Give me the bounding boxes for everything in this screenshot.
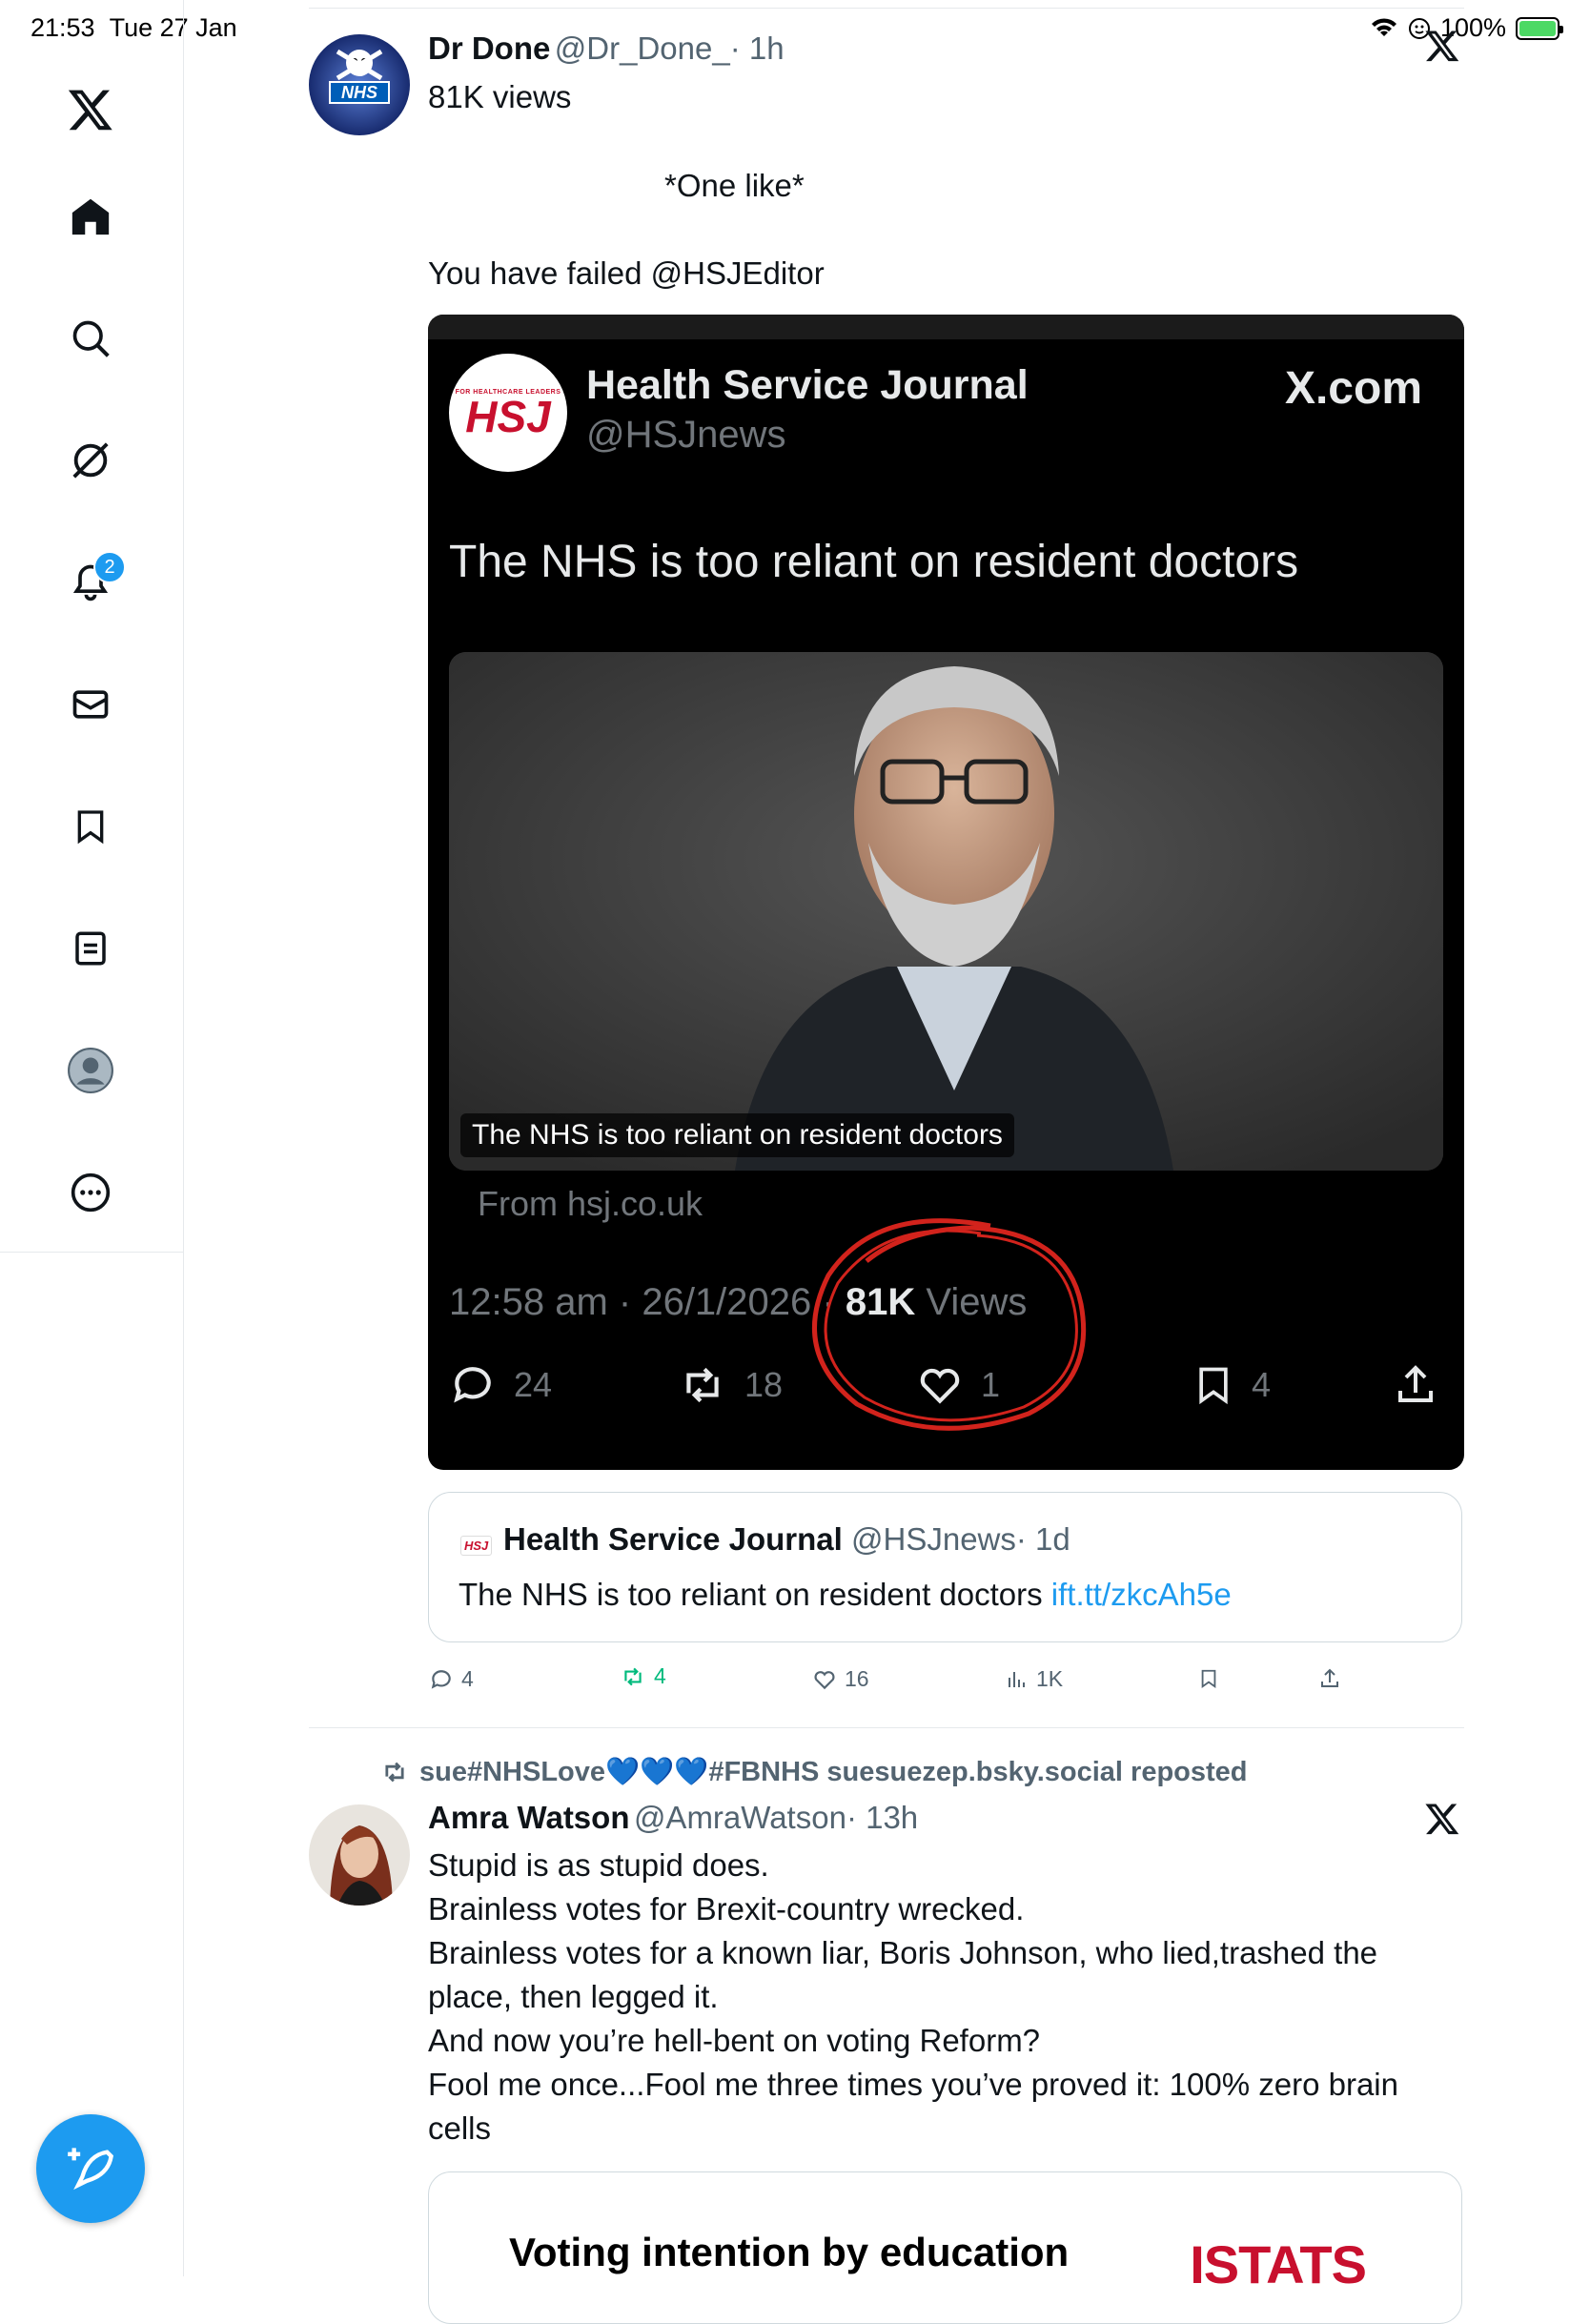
bookmarks-icon[interactable] bbox=[63, 799, 118, 854]
analytics-icon bbox=[1009, 1671, 1025, 1687]
quoted-time: · 1d bbox=[1015, 1521, 1070, 1557]
image-repost: 18 bbox=[678, 1361, 783, 1409]
status-icons: 100% bbox=[1370, 13, 1563, 43]
messages-icon[interactable] bbox=[63, 677, 118, 732]
reply-icon bbox=[431, 1669, 451, 1689]
quoted-avatar: HSJ bbox=[460, 1536, 493, 1556]
author-name[interactable]: Dr Done bbox=[428, 31, 550, 66]
image-source: From hsj.co.uk bbox=[478, 1184, 703, 1223]
more-icon[interactable] bbox=[63, 1165, 118, 1220]
x-brand-icon bbox=[1424, 1800, 1460, 1847]
post-text-line: Brainless votes for a known liar, Boris … bbox=[428, 1935, 1378, 2014]
post-text-line: *One like* bbox=[664, 168, 805, 203]
compose-icon bbox=[68, 2148, 113, 2191]
x-brand-icon bbox=[1424, 27, 1460, 74]
post-body: Stupid is as stupid does. Brainless vote… bbox=[428, 1844, 1448, 2151]
post-divider bbox=[309, 1727, 1464, 1728]
hsj-logo: FOR HEALTHCARE LEADERS HSJ bbox=[449, 354, 567, 472]
notifications-icon[interactable]: 2 bbox=[63, 551, 126, 610]
photo-caption: The NHS is too reliant on resident docto… bbox=[460, 1113, 1014, 1157]
red-circle-annotation bbox=[812, 1218, 1087, 1431]
quoted-link[interactable]: ift.tt/zkcAh5e bbox=[1051, 1577, 1232, 1612]
post-image-card[interactable]: Voting intention by education ISTATS bbox=[428, 2171, 1462, 2324]
post-text-line: And now you’re hell-bent on voting Refor… bbox=[428, 2023, 1041, 2058]
reply-button[interactable]: 4 bbox=[429, 1666, 474, 1692]
wifi-icon bbox=[1371, 17, 1396, 36]
author-name[interactable]: Amra Watson bbox=[428, 1800, 629, 1835]
share-icon bbox=[1398, 1365, 1433, 1402]
author-handle[interactable]: @Dr_Done_ bbox=[555, 31, 730, 66]
share-icon bbox=[1321, 1668, 1338, 1687]
post-header: Amra Watson @AmraWatson· 13h bbox=[428, 1800, 918, 1836]
quoted-author-name: Health Service Journal bbox=[503, 1521, 843, 1557]
quoted-text: The NHS is too reliant on resident docto… bbox=[459, 1577, 1232, 1612]
card-title: Voting intention by education bbox=[509, 2230, 1070, 2274]
feed-top-divider bbox=[309, 8, 1464, 9]
repost-indicator[interactable]: sue#NHSLove💙💙💙#FBNHS suesuezep.bsky.soci… bbox=[379, 1756, 1248, 1788]
repost-button[interactable]: 4 bbox=[620, 1663, 666, 1689]
image-account-name: Health Service Journal bbox=[586, 362, 1029, 408]
post-text-line: Brainless votes for Brexit-country wreck… bbox=[428, 1891, 1025, 1926]
post-text-line: You have failed @HSJEditor bbox=[428, 255, 825, 291]
avatar[interactable] bbox=[309, 1804, 410, 1906]
quoted-post[interactable]: HSJ Health Service Journal @HSJnews· 1d … bbox=[428, 1492, 1462, 1642]
home-icon[interactable] bbox=[63, 189, 118, 244]
image-site-label: X.com bbox=[1284, 363, 1422, 414]
repost-icon bbox=[624, 1667, 642, 1685]
repost-icon bbox=[385, 1762, 404, 1783]
view-count: 81K views bbox=[428, 79, 572, 114]
post-text-line: Fool me once...Fool me three times you’v… bbox=[428, 2067, 1398, 2146]
profile-icon[interactable] bbox=[63, 1043, 118, 1098]
image-bookmark: 4 bbox=[1192, 1361, 1271, 1409]
share-button[interactable] bbox=[1318, 1666, 1341, 1691]
post-text-line: Stupid is as stupid does. bbox=[428, 1847, 769, 1883]
svg-text:NHS: NHS bbox=[341, 83, 377, 102]
post-time: · 1h bbox=[729, 31, 785, 66]
reply-icon bbox=[454, 1367, 491, 1403]
author-handle[interactable]: @AmraWatson bbox=[634, 1800, 846, 1835]
sidebar-divider bbox=[0, 1252, 183, 1253]
views-button[interactable]: 1K bbox=[1006, 1666, 1063, 1692]
quoted-author-handle: @HSJnews bbox=[851, 1521, 1016, 1557]
post-header: Dr Done @Dr_Done_· 1h bbox=[428, 31, 785, 67]
image-account-handle: @HSJnews bbox=[586, 414, 786, 456]
post-time: · 13h bbox=[846, 1800, 919, 1835]
image-top-strip bbox=[428, 315, 1464, 339]
repost-icon bbox=[686, 1367, 719, 1403]
like-button[interactable]: 16 bbox=[812, 1666, 869, 1692]
lists-icon[interactable] bbox=[63, 921, 118, 976]
x-logo-icon[interactable] bbox=[63, 82, 118, 137]
search-icon[interactable] bbox=[63, 311, 118, 366]
heart-icon bbox=[814, 1670, 835, 1689]
grok-icon[interactable] bbox=[63, 433, 118, 488]
article-photo bbox=[449, 652, 1443, 1171]
post-image[interactable]: FOR HEALTHCARE LEADERS HSJ Health Servic… bbox=[428, 315, 1464, 1470]
bookmark-icon bbox=[1199, 1367, 1228, 1405]
image-headline: The NHS is too reliant on resident docto… bbox=[449, 537, 1299, 587]
bookmark-icon bbox=[1201, 1669, 1216, 1689]
battery-icon bbox=[1516, 16, 1563, 40]
quoted-header: Health Service Journal @HSJnews· 1d bbox=[503, 1521, 1070, 1558]
bookmark-button[interactable] bbox=[1198, 1666, 1219, 1691]
image-share bbox=[1393, 1361, 1438, 1409]
avatar[interactable]: NHS bbox=[309, 34, 410, 135]
compose-button[interactable] bbox=[36, 2114, 145, 2223]
notifications-badge: 2 bbox=[93, 551, 126, 583]
istats-logo: ISTATS bbox=[1190, 2234, 1367, 2294]
image-reply: 24 bbox=[449, 1361, 552, 1409]
